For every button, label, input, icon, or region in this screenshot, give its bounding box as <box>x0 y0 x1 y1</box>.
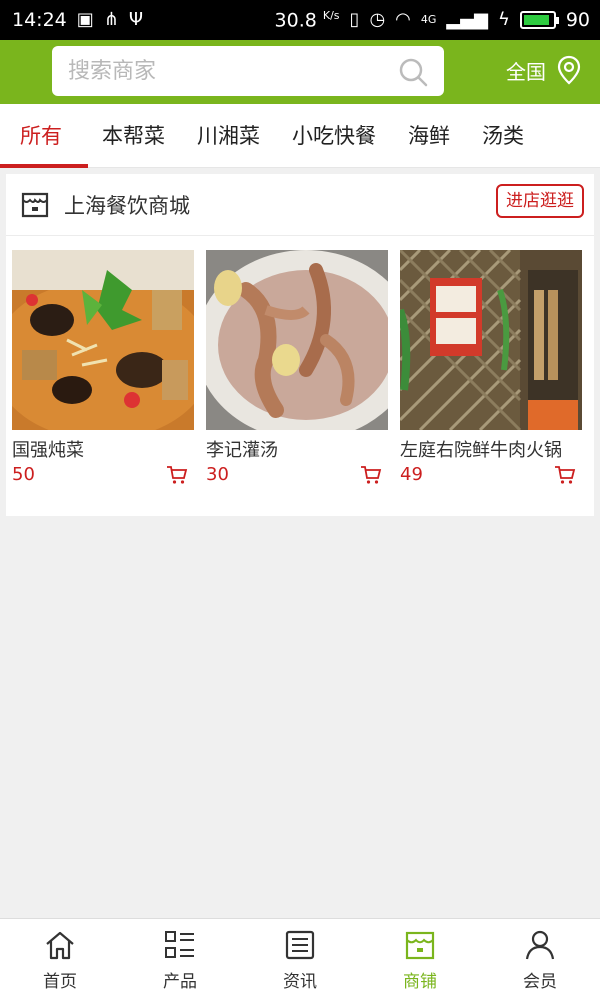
region-selector[interactable]: 全国 <box>506 54 584 86</box>
search-box[interactable] <box>52 46 444 96</box>
usb-icon: Ψ <box>128 9 144 30</box>
nav-member[interactable]: 会员 <box>480 919 600 1000</box>
product-meta: 30 <box>206 464 388 485</box>
search-input[interactable] <box>68 58 388 84</box>
image-icon: ▣ <box>76 9 94 30</box>
nav-products[interactable]: 产品 <box>120 919 240 1000</box>
cart-icon[interactable] <box>554 465 576 485</box>
tab-benbang[interactable]: 本帮菜 <box>86 104 181 168</box>
charging-icon: ϟ <box>497 8 510 30</box>
product-meta: 50 <box>12 464 194 485</box>
store-name[interactable]: 上海餐饮商城 <box>64 190 190 220</box>
product-price: 30 <box>206 464 229 485</box>
share-icon: ⋔ <box>103 9 119 30</box>
home-icon <box>46 931 74 960</box>
tab-seafood[interactable]: 海鲜 <box>392 104 466 168</box>
search-icon[interactable] <box>398 57 428 87</box>
signal-icon: ▂▄▆ <box>446 8 488 30</box>
user-icon <box>525 930 555 960</box>
cart-icon[interactable] <box>360 465 382 485</box>
network-speed: 30.8 K/s <box>274 8 340 32</box>
category-tabs: 所有 本帮菜 川湘菜 小吃快餐 海鲜 汤类 <box>0 104 600 168</box>
product-price: 49 <box>400 464 423 485</box>
product-name[interactable]: 国强炖菜 <box>12 436 194 462</box>
tab-chuanxiang[interactable]: 川湘菜 <box>181 104 276 168</box>
product-name[interactable]: 左庭右院鲜牛肉火锅 <box>400 436 582 462</box>
vibrate-icon: ▯ <box>349 8 360 30</box>
nav-label: 产品 <box>163 972 197 992</box>
battery-icon <box>519 10 559 29</box>
status-left: 14:24 ▣ ⋔ Ψ <box>12 9 143 31</box>
battery-level: 90 <box>565 8 590 31</box>
visit-store-button[interactable]: 进店逛逛 <box>496 184 584 218</box>
alarm-icon: ◷ <box>369 8 386 30</box>
tab-snacks[interactable]: 小吃快餐 <box>276 104 392 168</box>
region-label: 全国 <box>506 59 546 84</box>
product-image[interactable] <box>206 250 388 430</box>
product-meta: 49 <box>400 464 582 485</box>
location-pin-icon <box>557 55 581 85</box>
product-item[interactable]: 国强炖菜 50 <box>12 250 194 485</box>
nav-label: 会员 <box>523 972 557 992</box>
news-icon <box>285 930 315 960</box>
status-bar: 14:24 ▣ ⋔ Ψ 30.8 K/s ▯ ◷ ◠ 4G ▂▄▆ ϟ 90 <box>0 0 600 40</box>
store-card: 上海餐饮商城 进店逛逛 国强炖菜 50 李记灌汤 30 左庭右院鲜牛肉火锅 49 <box>6 174 594 516</box>
wifi-icon: ◠ <box>395 8 411 30</box>
signal-label: 4G <box>420 13 437 27</box>
nav-news[interactable]: 资讯 <box>240 919 360 1000</box>
nav-label: 首页 <box>43 972 77 992</box>
nav-label: 商铺 <box>403 972 437 992</box>
nav-home[interactable]: 首页 <box>0 919 120 1000</box>
list-icon <box>165 931 194 958</box>
product-item[interactable]: 左庭右院鲜牛肉火锅 49 <box>400 250 582 485</box>
shop-icon <box>405 931 435 960</box>
tab-all[interactable]: 所有 <box>0 104 88 168</box>
product-image[interactable] <box>400 250 582 430</box>
product-name[interactable]: 李记灌汤 <box>206 436 388 462</box>
bottom-nav: 首页 产品 资讯 商铺 会员 <box>0 918 600 1000</box>
product-image[interactable] <box>12 250 194 430</box>
product-item[interactable]: 李记灌汤 30 <box>206 250 388 485</box>
status-right: 30.8 K/s ▯ ◷ ◠ 4G ▂▄▆ ϟ 90 <box>275 9 590 31</box>
cart-icon[interactable] <box>166 465 188 485</box>
product-list: 国强炖菜 50 李记灌汤 30 左庭右院鲜牛肉火锅 49 <box>6 236 594 485</box>
header: 全国 <box>0 40 600 104</box>
store-icon <box>21 192 49 217</box>
status-time: 14:24 <box>12 9 67 31</box>
product-price: 50 <box>12 464 35 485</box>
tab-soup[interactable]: 汤类 <box>466 104 540 168</box>
nav-label: 资讯 <box>283 972 317 992</box>
nav-shops[interactable]: 商铺 <box>360 919 480 1000</box>
store-header: 上海餐饮商城 进店逛逛 <box>6 174 594 236</box>
